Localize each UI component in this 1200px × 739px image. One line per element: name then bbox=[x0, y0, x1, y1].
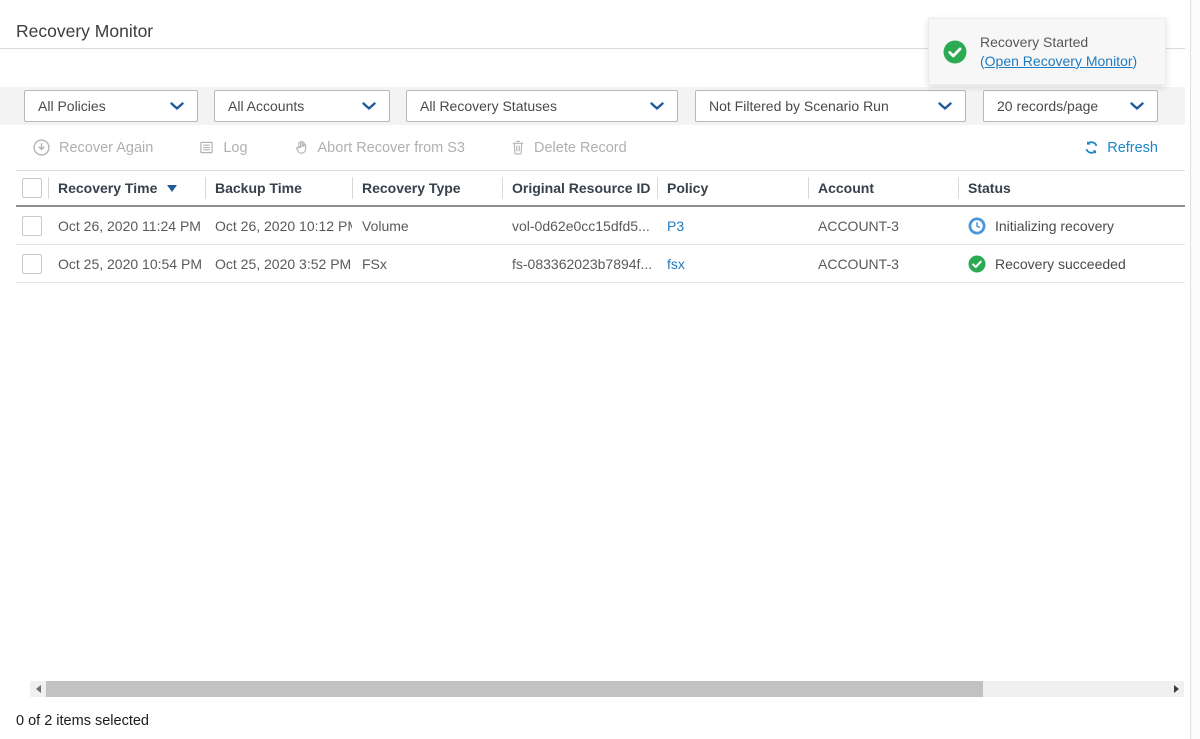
hand-stop-icon bbox=[294, 140, 309, 155]
accounts-filter-value: All Accounts bbox=[228, 98, 304, 114]
column-header-backup-time[interactable]: Backup Time bbox=[205, 171, 352, 205]
cell-account: ACCOUNT-3 bbox=[808, 218, 958, 234]
column-header-original-resource-id[interactable]: Original Resource ID bbox=[502, 171, 657, 205]
refresh-icon bbox=[1084, 140, 1099, 155]
page-title: Recovery Monitor bbox=[16, 21, 153, 42]
delete-record-label: Delete Record bbox=[534, 140, 627, 156]
row-select-cell bbox=[16, 207, 48, 244]
column-header-recovery-type[interactable]: Recovery Type bbox=[352, 171, 502, 205]
table-body: Oct 26, 2020 11:24 PMOct 26, 2020 10:12 … bbox=[16, 207, 1185, 283]
vertical-scrollbar[interactable] bbox=[1190, 0, 1200, 739]
toolbar: Recover Again Log Abort Recover from S3 … bbox=[0, 125, 1185, 170]
cell-status: Recovery succeeded bbox=[958, 255, 1185, 273]
check-icon bbox=[968, 255, 986, 273]
select-all-checkbox[interactable] bbox=[22, 178, 42, 198]
selection-count-text: 0 of 2 items selected bbox=[16, 713, 149, 729]
clock-icon bbox=[968, 217, 986, 235]
records-per-page-dropdown[interactable]: 20 records/page bbox=[983, 90, 1158, 122]
column-header-policy[interactable]: Policy bbox=[657, 171, 808, 205]
chevron-down-icon bbox=[362, 102, 376, 111]
recovery-statuses-filter-dropdown[interactable]: All Recovery Statuses bbox=[406, 90, 678, 122]
column-header-status[interactable]: Status bbox=[958, 171, 1185, 205]
cell-policy-link[interactable]: P3 bbox=[657, 218, 808, 234]
horizontal-scrollbar-thumb[interactable] bbox=[46, 681, 983, 697]
recover-again-label: Recover Again bbox=[59, 140, 153, 156]
status-label: Recovery succeeded bbox=[995, 256, 1126, 272]
records-per-page-value: 20 records/page bbox=[997, 98, 1098, 114]
cell-backup-time: Oct 25, 2020 3:52 PM bbox=[205, 256, 352, 272]
success-check-icon bbox=[943, 40, 967, 64]
log-button[interactable]: Log bbox=[199, 140, 247, 156]
cell-backup-time: Oct 26, 2020 10:12 PM bbox=[205, 218, 352, 234]
policies-filter-dropdown[interactable]: All Policies bbox=[24, 90, 198, 122]
recover-again-icon bbox=[33, 139, 50, 156]
cell-recovery-type: Volume bbox=[352, 218, 502, 234]
toast-title: Recovery Started bbox=[980, 33, 1137, 52]
table-header-row: Recovery Time Backup Time Recovery Type … bbox=[16, 170, 1185, 207]
toast-link-line: (Open Recovery Monitor) bbox=[980, 52, 1137, 71]
scenario-run-filter-dropdown[interactable]: Not Filtered by Scenario Run bbox=[695, 90, 966, 122]
chevron-down-icon bbox=[1130, 102, 1144, 111]
cell-original-resource-id: vol-0d62e0cc15dfd5... bbox=[502, 218, 657, 234]
row-checkbox[interactable] bbox=[22, 254, 42, 274]
cell-status: Initializing recovery bbox=[958, 217, 1185, 235]
cell-original-resource-id: fs-083362023b7894f... bbox=[502, 256, 657, 272]
cell-account: ACCOUNT-3 bbox=[808, 256, 958, 272]
delete-record-button[interactable]: Delete Record bbox=[511, 140, 627, 156]
table-row[interactable]: Oct 25, 2020 10:54 PMOct 25, 2020 3:52 P… bbox=[16, 245, 1185, 283]
abort-recover-label: Abort Recover from S3 bbox=[318, 140, 465, 156]
select-all-cell bbox=[16, 171, 48, 205]
cell-recovery-type: FSx bbox=[352, 256, 502, 272]
recovery-statuses-filter-value: All Recovery Statuses bbox=[420, 98, 557, 114]
refresh-button[interactable]: Refresh bbox=[1084, 140, 1158, 156]
toast-recovery-started: Recovery Started (Open Recovery Monitor) bbox=[928, 18, 1166, 85]
row-select-cell bbox=[16, 245, 48, 282]
scroll-left-arrow-icon[interactable] bbox=[30, 681, 46, 697]
chevron-down-icon bbox=[650, 102, 664, 111]
log-icon bbox=[199, 140, 214, 155]
column-header-recovery-time[interactable]: Recovery Time bbox=[48, 171, 205, 205]
recovery-table: Recovery Time Backup Time Recovery Type … bbox=[16, 170, 1185, 283]
row-checkbox[interactable] bbox=[22, 216, 42, 236]
sort-desc-icon bbox=[167, 185, 177, 192]
column-header-account[interactable]: Account bbox=[808, 171, 958, 205]
policies-filter-value: All Policies bbox=[38, 98, 106, 114]
filter-bar: All Policies All Accounts All Recovery S… bbox=[0, 87, 1185, 125]
cell-policy-link[interactable]: fsx bbox=[657, 256, 808, 272]
table-row[interactable]: Oct 26, 2020 11:24 PMOct 26, 2020 10:12 … bbox=[16, 207, 1185, 245]
scroll-right-arrow-icon[interactable] bbox=[1168, 681, 1184, 697]
cell-recovery-time: Oct 26, 2020 11:24 PM bbox=[48, 218, 205, 234]
cell-recovery-time: Oct 25, 2020 10:54 PM bbox=[48, 256, 205, 272]
chevron-down-icon bbox=[938, 102, 952, 111]
open-recovery-monitor-link[interactable]: Open Recovery Monitor bbox=[985, 53, 1133, 69]
scenario-run-filter-value: Not Filtered by Scenario Run bbox=[709, 98, 889, 114]
chevron-down-icon bbox=[170, 102, 184, 111]
refresh-label: Refresh bbox=[1107, 140, 1158, 156]
accounts-filter-dropdown[interactable]: All Accounts bbox=[214, 90, 390, 122]
recover-again-button[interactable]: Recover Again bbox=[33, 139, 153, 156]
status-label: Initializing recovery bbox=[995, 218, 1114, 234]
abort-recover-button[interactable]: Abort Recover from S3 bbox=[294, 140, 465, 156]
horizontal-scrollbar[interactable] bbox=[30, 681, 1184, 697]
log-label: Log bbox=[223, 140, 247, 156]
trash-icon bbox=[511, 140, 525, 155]
